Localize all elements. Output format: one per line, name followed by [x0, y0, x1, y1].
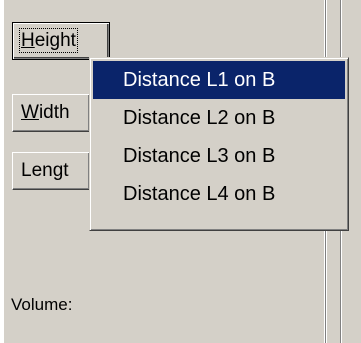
height-mnemonic: H — [21, 30, 35, 51]
width-mnemonic: W — [21, 102, 39, 123]
menu-item-distance-l4[interactable]: Distance L4 on B — [93, 175, 345, 213]
menu-item-distance-l1[interactable]: Distance L1 on B — [93, 61, 345, 99]
volume-label: Volume: — [11, 295, 73, 314]
width-button[interactable]: Width — [12, 94, 90, 132]
length-button-label: Lengt — [21, 160, 69, 181]
height-button[interactable]: Height — [12, 22, 110, 60]
length-button[interactable]: Lengt — [12, 152, 90, 190]
distance-popup-menu: Distance L1 on B Distance L2 on B Distan… — [89, 57, 349, 231]
menu-item-distance-l3[interactable]: Distance L3 on B — [93, 137, 345, 175]
menu-item-distance-l2[interactable]: Distance L2 on B — [93, 99, 345, 137]
height-label-rest: eight — [34, 30, 76, 51]
height-button-label: Height — [19, 28, 78, 53]
width-label-rest: idth — [38, 102, 70, 123]
